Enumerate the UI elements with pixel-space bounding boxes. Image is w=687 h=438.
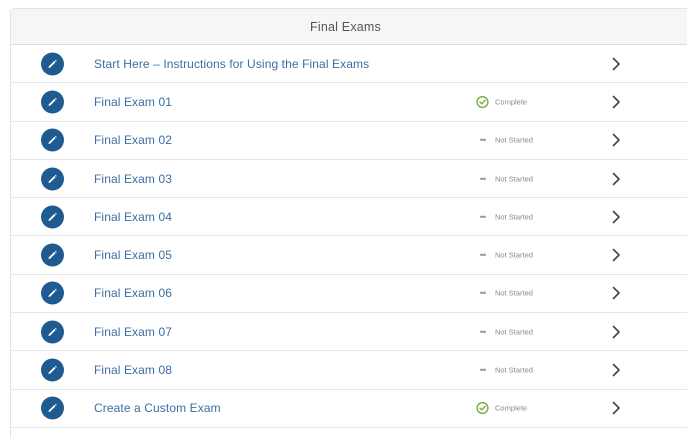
pencil-icon[interactable] xyxy=(41,320,64,344)
status-badge: Complete xyxy=(476,95,528,109)
status-text: Not Started xyxy=(495,212,533,222)
exam-row[interactable]: Final Exam 05 ••• Not Started xyxy=(11,236,687,275)
status-text: Not Started xyxy=(495,250,533,260)
status-badge: ••• Not Started xyxy=(476,134,533,147)
exam-link[interactable]: Final Exam 08 xyxy=(94,363,172,377)
pencil-icon[interactable] xyxy=(41,281,64,305)
dash-icon: ••• xyxy=(479,135,486,145)
status-badge: ••• Not Started xyxy=(476,249,533,262)
exam-link[interactable]: Final Exam 05 xyxy=(94,248,172,262)
exam-link[interactable]: Final Exam 03 xyxy=(94,172,172,186)
pencil-icon[interactable] xyxy=(41,205,64,229)
exam-row[interactable]: Start Here – Instructions for Using the … xyxy=(11,45,687,84)
exam-row[interactable]: Final Exam 04 ••• Not Started xyxy=(11,198,687,237)
exam-link[interactable]: Create a Custom Exam xyxy=(94,401,221,415)
exam-row[interactable]: Final Exam 07 ••• Not Started xyxy=(11,313,687,352)
dash-icon: ••• xyxy=(479,212,486,222)
check-circle-icon xyxy=(476,402,489,415)
status-text: Not Started xyxy=(495,288,533,298)
pencil-icon[interactable] xyxy=(41,243,64,267)
exam-row[interactable]: Final Exam 02 ••• Not Started xyxy=(11,122,687,160)
exam-link[interactable]: Final Exam 02 xyxy=(94,133,172,147)
status-badge: ••• Not Started xyxy=(476,172,533,185)
exam-link[interactable]: Final Exam 06 xyxy=(94,286,172,300)
status-text: Complete xyxy=(495,97,528,107)
status-badge: ••• Not Started xyxy=(476,325,533,338)
status-text: Not Started xyxy=(495,327,533,337)
pencil-icon[interactable] xyxy=(41,128,64,152)
exam-row[interactable]: Final Exam 03 ••• Not Started xyxy=(11,160,687,199)
exam-row[interactable]: Create a Custom Exam Complete xyxy=(11,390,687,428)
status-text: Complete xyxy=(495,403,528,413)
pencil-icon[interactable] xyxy=(41,396,64,420)
pencil-icon[interactable] xyxy=(41,167,64,191)
status-badge: ••• Not Started xyxy=(476,210,533,223)
pencil-icon[interactable] xyxy=(41,358,64,382)
exam-link[interactable]: Start Here – Instructions for Using the … xyxy=(94,57,369,71)
dash-icon: ••• xyxy=(479,250,486,260)
status-text: Not Started xyxy=(495,135,533,145)
check-circle-icon xyxy=(476,95,489,109)
pencil-icon[interactable] xyxy=(41,52,64,76)
dash-icon: ••• xyxy=(479,365,486,375)
panel-header: Final Exams xyxy=(11,9,687,45)
status-text: Not Started xyxy=(495,365,533,375)
exam-row[interactable]: Final Exam 08 ••• Not Started xyxy=(11,351,687,390)
status-text: Not Started xyxy=(495,174,533,184)
exam-link[interactable]: Final Exam 04 xyxy=(94,210,172,224)
status-badge: ••• Not Started xyxy=(476,364,533,377)
dash-icon: ••• xyxy=(479,174,486,184)
panel-title: Final Exams xyxy=(310,19,381,34)
dash-icon: ••• xyxy=(479,327,486,337)
exam-row[interactable]: Final Exam 01 Complete xyxy=(11,83,687,122)
exam-link[interactable]: Final Exam 07 xyxy=(94,325,172,339)
pencil-icon[interactable] xyxy=(41,90,64,114)
status-badge: Complete xyxy=(476,402,527,415)
status-badge: ••• Not Started xyxy=(476,287,533,300)
final-exams-panel: Final Exams Start Here – Instructions fo… xyxy=(10,8,687,438)
exam-row[interactable]: Final Exam 06 ••• Not Started xyxy=(11,275,687,314)
dash-icon: ••• xyxy=(479,288,486,298)
exam-link[interactable]: Final Exam 01 xyxy=(94,95,172,109)
exam-list: Start Here – Instructions for Using the … xyxy=(11,45,687,428)
